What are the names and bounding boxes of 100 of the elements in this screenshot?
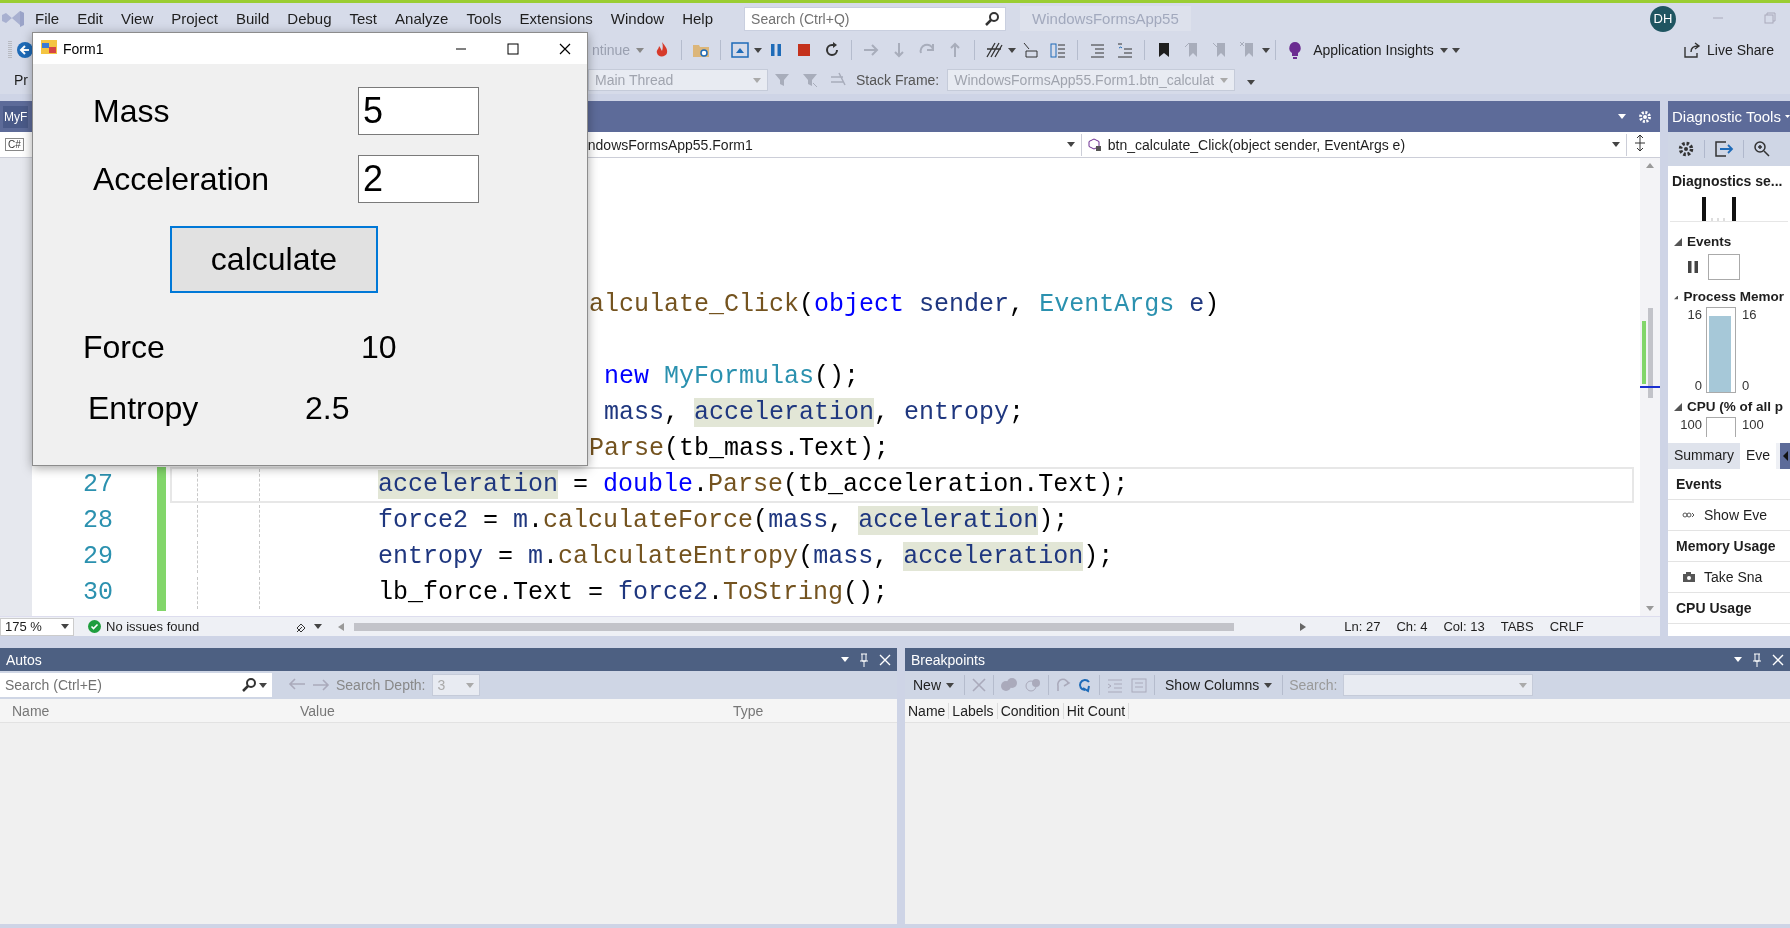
- caret-icon: [1220, 77, 1229, 83]
- menu-item[interactable]: Debug: [278, 8, 341, 29]
- panel-title: Autos: [6, 651, 42, 668]
- toggle-breakpoints-icon[interactable]: [1024, 677, 1042, 693]
- menu-item[interactable]: Help: [673, 8, 723, 29]
- search-icon: [985, 11, 1000, 26]
- menu-item[interactable]: Extensions: [510, 8, 602, 29]
- export-icon[interactable]: [1714, 140, 1734, 158]
- line-number: 28: [82, 505, 113, 537]
- zoom-in-icon[interactable]: [1753, 140, 1771, 158]
- pin-icon[interactable]: [859, 652, 869, 667]
- expanded-triangle-icon[interactable]: [1674, 237, 1682, 246]
- section-heading: Events: [1668, 469, 1790, 500]
- axis-label: 100: [1679, 417, 1703, 434]
- hatch-icon[interactable]: [985, 41, 1004, 59]
- panel-title[interactable]: Diagnostic Tools: [1668, 101, 1790, 132]
- result-label: Entropy: [88, 390, 200, 427]
- insights-dropdown[interactable]: Application Insights: [1309, 40, 1452, 60]
- menu-item[interactable]: Tools: [457, 8, 511, 29]
- vertical-scrollbar[interactable]: [1640, 158, 1660, 616]
- status-text: Col: 13: [1443, 619, 1485, 634]
- events-track: [1708, 254, 1740, 280]
- code-line: Parse(tb_mass.Text);: [589, 433, 890, 465]
- code-line: entropy = m.calculateEntropy(mass, acceleration);: [378, 541, 1114, 573]
- form-icon: [41, 40, 57, 54]
- session-label: Diagnostics se...: [1671, 172, 1784, 191]
- menu-item[interactable]: Edit: [68, 8, 113, 29]
- status-text: TABS: [1500, 619, 1534, 634]
- show-columns-dropdown[interactable]: Show Columns: [1161, 675, 1277, 695]
- menu-item[interactable]: Build: [226, 8, 279, 29]
- axis-label: 0: [1693, 378, 1702, 393]
- panel-tab[interactable]: Summary: [1668, 443, 1740, 469]
- csharp-badge: C#: [5, 138, 24, 151]
- menu-item[interactable]: Analyze: [386, 8, 458, 29]
- document-tab[interactable]: MyF: [3, 105, 29, 128]
- pause-icon[interactable]: [1688, 261, 1698, 273]
- panel-tab[interactable]: Eve: [1739, 443, 1777, 469]
- issues-indicator[interactable]: No issues found: [88, 619, 200, 634]
- live-share-button[interactable]: Live Share: [1679, 39, 1778, 61]
- indent-icon[interactable]: [1088, 41, 1107, 59]
- caret-icon: [1066, 142, 1075, 147]
- caret-icon: [1264, 682, 1273, 688]
- calculate-button[interactable]: calculate: [170, 226, 378, 293]
- split-icon[interactable]: [1632, 135, 1647, 151]
- caret-icon: [946, 682, 954, 688]
- search-depth-label: Search Depth:: [336, 677, 426, 693]
- code-line: alculate_Click(object sender, EventArgs e): [589, 289, 1220, 321]
- column-header[interactable]: Type: [733, 702, 883, 719]
- summary-action[interactable]: Show Eve: [1668, 500, 1790, 531]
- axis-label: 16: [1686, 307, 1702, 322]
- code-line: acceleration = double.Parse(tb_acceleration.Text);: [378, 469, 1129, 501]
- code-line: mass, acceleration, entropy;: [604, 397, 1025, 429]
- maximize-icon[interactable]: [507, 42, 519, 55]
- code-line: force2 = m.calculateForce(mass, acceleration);: [378, 505, 1069, 537]
- comment-icon[interactable]: [1116, 41, 1135, 59]
- column-header[interactable]: Value: [300, 702, 733, 719]
- search-field[interactable]: Search (Ctrl+E): [0, 673, 272, 697]
- search-field[interactable]: Search (Ctrl+Q): [744, 6, 1007, 31]
- section-heading: CPU Usage: [1668, 593, 1790, 624]
- section-heading: Events: [1687, 234, 1732, 249]
- go-to-source-icon[interactable]: [1077, 677, 1093, 693]
- menu-item[interactable]: Window: [601, 8, 674, 29]
- settings-icon[interactable]: [1677, 140, 1695, 158]
- status-text: Ch: 4: [1396, 619, 1428, 634]
- close-icon[interactable]: [559, 42, 571, 55]
- caret-icon: [753, 77, 761, 83]
- menu-item[interactable]: File: [26, 8, 69, 29]
- caret-icon: [754, 47, 763, 53]
- caret-icon: [636, 47, 645, 53]
- input-field[interactable]: 2: [358, 155, 479, 203]
- cpu-chart: [1706, 417, 1736, 437]
- menu-item[interactable]: View: [112, 8, 163, 29]
- search-icon: [242, 678, 256, 692]
- solution-name: WindowsFormsApp55: [1020, 6, 1191, 31]
- summary-action[interactable]: Take Sna: [1668, 562, 1790, 593]
- zoom-dropdown[interactable]: 175 %: [0, 617, 74, 636]
- column-header[interactable]: Condition: [997, 702, 1064, 719]
- new-dropdown[interactable]: New: [909, 675, 958, 695]
- column-header[interactable]: Labels: [949, 702, 998, 719]
- expanded-triangle-icon[interactable]: [1674, 402, 1682, 411]
- input-field[interactable]: 5: [358, 87, 479, 135]
- column-header[interactable]: Name: [905, 702, 950, 719]
- grip-icon: [8, 40, 12, 60]
- check-icon: [88, 620, 101, 633]
- menu-item[interactable]: Test: [340, 8, 387, 29]
- columns-icon[interactable]: [1049, 41, 1068, 59]
- list-pointer-icon[interactable]: [1021, 41, 1040, 59]
- pin-icon[interactable]: [1752, 652, 1762, 667]
- axis-label: 0: [1742, 378, 1751, 393]
- axis-label: 100: [1741, 417, 1765, 434]
- member-dropdown[interactable]: btn_calculate_Click(object sender, EventArgs e): [1081, 133, 1627, 156]
- scroll-left-button[interactable]: [1780, 443, 1790, 469]
- caret-icon: [1262, 47, 1271, 53]
- user-avatar[interactable]: DH: [1650, 5, 1676, 32]
- menu-item[interactable]: Project: [162, 8, 227, 29]
- column-header[interactable]: Name: [0, 702, 300, 719]
- result-value: 2.5: [305, 390, 350, 427]
- back-icon[interactable]: [16, 41, 34, 59]
- window-icon[interactable]: [731, 41, 750, 59]
- column-header[interactable]: Hit Count: [1063, 702, 1130, 719]
